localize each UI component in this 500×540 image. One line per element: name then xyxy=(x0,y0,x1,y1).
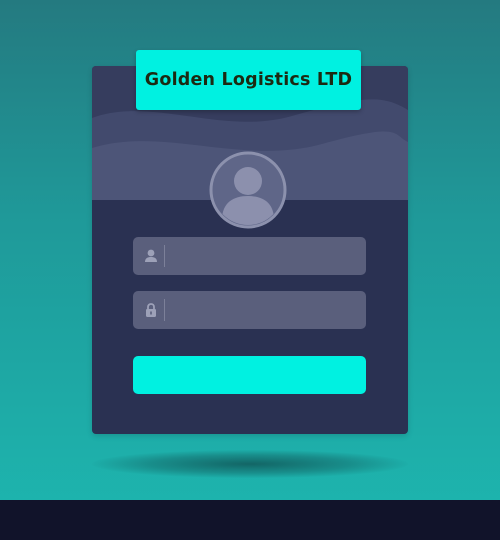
field-divider xyxy=(164,299,165,321)
login-button[interactable] xyxy=(133,356,366,394)
title-banner: Golden Logistics LTD xyxy=(136,50,361,110)
app-title: Golden Logistics LTD xyxy=(144,70,353,90)
password-field[interactable] xyxy=(133,291,366,329)
username-input[interactable] xyxy=(171,237,359,275)
card-shadow xyxy=(92,450,408,478)
login-card xyxy=(92,66,408,434)
user-icon xyxy=(143,248,159,264)
bottom-bar xyxy=(0,500,500,540)
password-input[interactable] xyxy=(171,291,359,329)
login-page: Golden Logistics LTD xyxy=(0,0,500,540)
lock-icon xyxy=(143,302,159,318)
field-divider xyxy=(164,245,165,267)
username-field[interactable] xyxy=(133,237,366,275)
avatar-icon xyxy=(208,150,288,230)
